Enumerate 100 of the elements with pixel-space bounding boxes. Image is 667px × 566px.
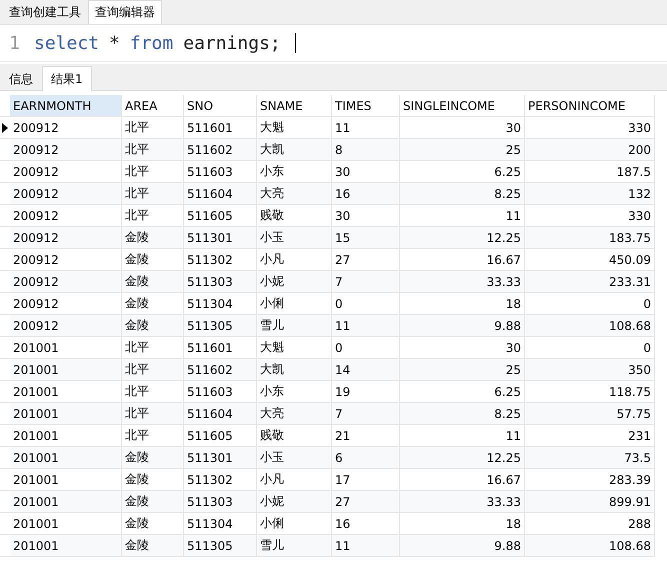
table-cell: 9.88 [400, 315, 525, 337]
table-cell: 0 [332, 293, 400, 315]
table-cell: 11 [332, 315, 400, 337]
table-cell: 899.91 [525, 491, 655, 513]
sql-text: earnings; [183, 32, 281, 54]
table-cell: 201001 [10, 513, 122, 535]
table-cell: 25 [400, 359, 525, 381]
table-cell: 330 [525, 117, 655, 139]
table-cell: 北平 [122, 183, 184, 205]
result-tab[interactable]: 结果1 [42, 66, 92, 91]
table-cell: 511301 [184, 447, 257, 469]
table-cell: 贱敬 [257, 205, 332, 227]
table-cell: 16 [332, 183, 400, 205]
table-cell: 贱敬 [257, 425, 332, 447]
table-cell: 57.75 [525, 403, 655, 425]
sql-keyword: from [130, 32, 174, 54]
table-cell: 200912 [10, 205, 122, 227]
column-header[interactable]: SNAME [257, 95, 332, 117]
table-cell: 511303 [184, 491, 257, 513]
table-cell: 北平 [122, 139, 184, 161]
result-tab[interactable]: 信息 [0, 66, 42, 91]
table-cell: 大魁 [257, 337, 332, 359]
table-cell: 北平 [122, 337, 184, 359]
table-cell: 511603 [184, 381, 257, 403]
table-cell: 511605 [184, 205, 257, 227]
table-cell: 108.68 [525, 535, 655, 557]
table-cell: 0 [525, 337, 655, 359]
editor-tab[interactable]: 查询编辑器 [88, 0, 162, 24]
table-cell: 511601 [184, 117, 257, 139]
table-cell: 0 [525, 293, 655, 315]
table-cell: 183.75 [525, 227, 655, 249]
table-cell: 511302 [184, 249, 257, 271]
table-cell: 7 [332, 271, 400, 293]
table-cell: 金陵 [122, 249, 184, 271]
table-cell: 108.68 [525, 315, 655, 337]
table-cell: 18 [400, 293, 525, 315]
table-cell: 201001 [10, 381, 122, 403]
column-header[interactable]: SNO [184, 95, 257, 117]
table-cell: 北平 [122, 205, 184, 227]
table-cell: 小东 [257, 161, 332, 183]
column-header[interactable]: PERSONINCOME [525, 95, 655, 117]
table-cell: 200912 [10, 227, 122, 249]
table-cell: 200912 [10, 293, 122, 315]
table-cell: 金陵 [122, 227, 184, 249]
table-cell: 132 [525, 183, 655, 205]
table-cell: 9.88 [400, 535, 525, 557]
table-cell: 小玉 [257, 447, 332, 469]
table-cell: 200912 [10, 117, 122, 139]
table-cell: 7 [332, 403, 400, 425]
table-cell: 15 [332, 227, 400, 249]
table-cell: 16.67 [400, 249, 525, 271]
column-header[interactable]: EARNMONTH [10, 95, 122, 117]
table-cell: 511605 [184, 425, 257, 447]
table-cell: 小玉 [257, 227, 332, 249]
table-cell: 511304 [184, 293, 257, 315]
table-cell: 511604 [184, 183, 257, 205]
line-number: 1 [8, 32, 20, 54]
table-cell: 北平 [122, 117, 184, 139]
table-cell: 8.25 [400, 403, 525, 425]
table-cell: 200912 [10, 161, 122, 183]
table-cell: 11 [332, 535, 400, 557]
table-cell: 16 [332, 513, 400, 535]
table-cell: 小妮 [257, 491, 332, 513]
table-cell: 350 [525, 359, 655, 381]
table-cell: 金陵 [122, 293, 184, 315]
table-cell: 233.31 [525, 271, 655, 293]
column-header[interactable]: SINGLEINCOME [400, 95, 525, 117]
table-cell: 大亮 [257, 183, 332, 205]
table-cell: 小凡 [257, 249, 332, 271]
table-cell: 330 [525, 205, 655, 227]
table-cell: 288 [525, 513, 655, 535]
table-cell: 25 [400, 139, 525, 161]
table-cell: 11 [400, 425, 525, 447]
table-cell: 511301 [184, 227, 257, 249]
table-cell: 6.25 [400, 381, 525, 403]
table-cell: 511603 [184, 161, 257, 183]
table-cell: 200912 [10, 271, 122, 293]
table-cell: 201001 [10, 403, 122, 425]
table-cell: 金陵 [122, 447, 184, 469]
table-cell: 187.5 [525, 161, 655, 183]
editor-tab[interactable]: 查询创建工具 [2, 0, 88, 24]
table-cell: 金陵 [122, 491, 184, 513]
table-cell: 16.67 [400, 469, 525, 491]
table-cell: 大凯 [257, 359, 332, 381]
table-cell: 30 [332, 205, 400, 227]
table-cell: 511602 [184, 139, 257, 161]
column-header[interactable]: TIMES [332, 95, 400, 117]
table-cell: 511602 [184, 359, 257, 381]
table-cell: 201001 [10, 535, 122, 557]
table-cell: 231 [525, 425, 655, 447]
table-cell: 0 [332, 337, 400, 359]
table-cell: 73.5 [525, 447, 655, 469]
table-cell: 200912 [10, 139, 122, 161]
table-cell: 6 [332, 447, 400, 469]
table-cell: 200912 [10, 249, 122, 271]
table-cell: 8 [332, 139, 400, 161]
table-cell: 27 [332, 249, 400, 271]
column-header[interactable]: AREA [122, 95, 184, 117]
table-cell: 511303 [184, 271, 257, 293]
table-cell: 小俐 [257, 293, 332, 315]
